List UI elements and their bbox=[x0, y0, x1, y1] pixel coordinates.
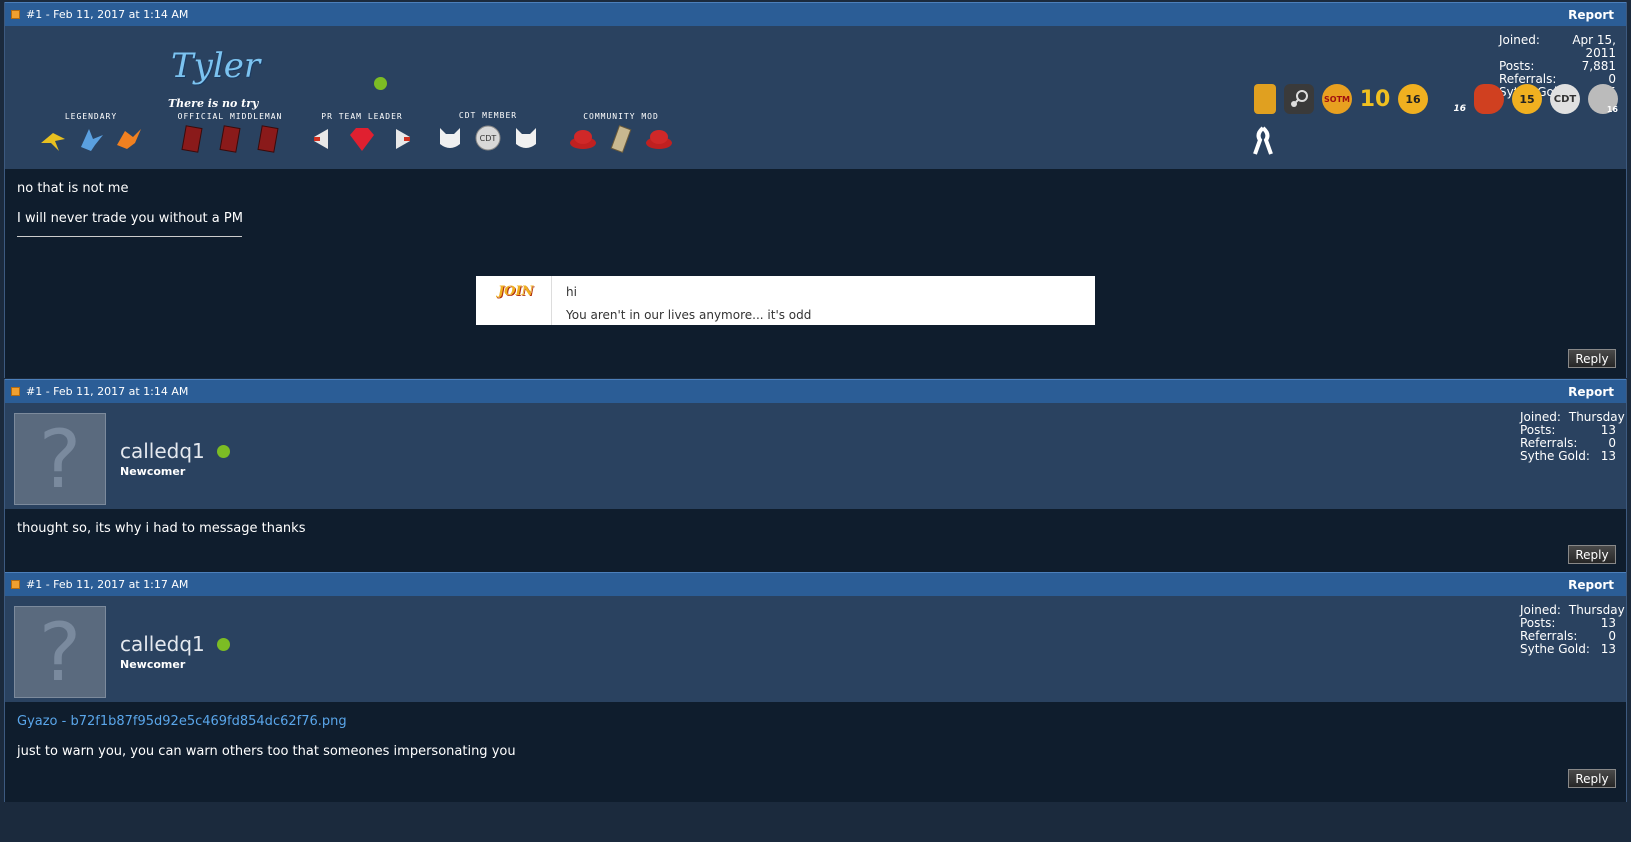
badge-label: Legendary bbox=[64, 112, 118, 121]
post-1: #1 - Feb 11, 2017 at 1:14 AM Report Tyle… bbox=[4, 2, 1627, 378]
badge-group-cdt-member: CDT Member CDT bbox=[433, 111, 543, 152]
post-icon bbox=[11, 580, 20, 589]
ruby-icon bbox=[348, 125, 376, 153]
quote-line: You aren't in our lives anymore... it's … bbox=[566, 308, 812, 322]
red-card-icon bbox=[254, 125, 282, 153]
report-link[interactable]: Report bbox=[1568, 8, 1614, 22]
fifteen-star-icon: 15 bbox=[1512, 84, 1542, 114]
post-icon bbox=[11, 387, 20, 396]
user-info: Tyler There is no try Legendary Official… bbox=[5, 26, 1626, 169]
ten-year-icon: 10 bbox=[1359, 86, 1391, 112]
red-card-icon bbox=[216, 125, 244, 153]
username[interactable]: calledq1 bbox=[120, 439, 205, 463]
joined-value: Apr 15, 2011 bbox=[1572, 33, 1616, 60]
message-line: thought so, its why i had to message tha… bbox=[17, 521, 306, 536]
join-logo: JOIN bbox=[498, 284, 534, 299]
gold-label: Sythe Gold: bbox=[1520, 449, 1590, 463]
signature-quote: JOIN hi You aren't in our lives anymore.… bbox=[476, 276, 1095, 325]
joined-value: Thursday bbox=[1568, 410, 1625, 424]
quote-divider bbox=[551, 276, 552, 325]
gyazo-link[interactable]: Gyazo - b72f1b87f95d92e5c469fd854dc62f76… bbox=[17, 714, 1614, 729]
badge-group-legendary: Legendary bbox=[33, 112, 149, 153]
cdt-badge-icon: CDT bbox=[474, 124, 502, 152]
post-3: #1 - Feb 11, 2017 at 1:17 AM Report ? ca… bbox=[4, 572, 1627, 802]
badge-label: CDT Member bbox=[458, 111, 518, 120]
report-link[interactable]: Report bbox=[1568, 578, 1614, 592]
post-header: #1 - Feb 11, 2017 at 1:17 AM Report bbox=[5, 572, 1626, 596]
post-message: Gyazo - b72f1b87f95d92e5c469fd854dc62f76… bbox=[5, 702, 1626, 802]
post-date: #1 - Feb 11, 2017 at 1:17 AM bbox=[26, 578, 189, 591]
username-row: calledq1 bbox=[120, 439, 230, 463]
badge-group-community-mod: Community Mod bbox=[563, 112, 679, 153]
username-row: calledq1 bbox=[120, 632, 230, 656]
badge-label: Official Middleman bbox=[177, 112, 283, 121]
joined-value: Thursday bbox=[1568, 603, 1625, 617]
gold-value: 13 bbox=[1600, 449, 1616, 463]
username[interactable]: Tyler bbox=[171, 46, 260, 86]
badge-label: PR Team Leader bbox=[321, 112, 403, 121]
orange-bird-icon bbox=[115, 125, 143, 153]
sotm-medal-icon: SOTM bbox=[1322, 84, 1352, 114]
signature-divider bbox=[17, 236, 242, 237]
message-line: I will never trade you without a PM bbox=[17, 211, 243, 226]
lock-icon bbox=[1254, 84, 1276, 114]
megaphone-icon bbox=[386, 125, 414, 153]
post-message: thought so, its why i had to message tha… bbox=[5, 509, 1626, 572]
joined-label: Joined: bbox=[1499, 33, 1540, 47]
reply-button[interactable]: Reply bbox=[1568, 545, 1616, 564]
message-line: no that is not me bbox=[17, 181, 129, 196]
badge-group-pr-team-leader: PR Team Leader bbox=[307, 112, 417, 153]
post-2: #1 - Feb 11, 2017 at 1:14 AM Report ? ca… bbox=[4, 379, 1627, 572]
cat-icon bbox=[512, 124, 540, 152]
user-stats: Joined: Thursday Posts: 13 Referrals: 0 Syt… bbox=[1520, 411, 1625, 463]
reply-button[interactable]: Reply bbox=[1568, 769, 1616, 788]
online-indicator bbox=[216, 637, 230, 651]
post-header: #1 - Feb 11, 2017 at 1:14 AM Report bbox=[5, 2, 1626, 26]
bunny-icon: 16 bbox=[1588, 84, 1618, 114]
post-date: #1 - Feb 11, 2017 at 1:14 AM bbox=[26, 385, 189, 398]
scroll-icon bbox=[607, 125, 635, 153]
username[interactable]: calledq1 bbox=[120, 632, 205, 656]
gold-value: 13 bbox=[1600, 642, 1616, 656]
badge-label: Community Mod bbox=[583, 112, 659, 121]
reply-button[interactable]: Reply bbox=[1568, 349, 1616, 368]
svg-text:CDT: CDT bbox=[480, 134, 497, 143]
yellow-bird-icon bbox=[39, 125, 67, 153]
online-indicator bbox=[216, 444, 230, 458]
bells-count: 16 bbox=[1453, 104, 1466, 114]
user-signature-tag: There is no try bbox=[168, 97, 259, 110]
message-line: just to warn you, you can warn others to… bbox=[17, 744, 516, 759]
avatar[interactable]: ? bbox=[14, 606, 106, 699]
post-icon bbox=[11, 10, 20, 19]
user-title: Newcomer bbox=[120, 465, 186, 478]
cdt-circle-icon: CDT bbox=[1550, 84, 1580, 114]
user-title: Newcomer bbox=[120, 658, 186, 671]
horn-icon bbox=[1474, 84, 1504, 114]
quote-line: hi bbox=[566, 285, 577, 299]
gold-label: Sythe Gold: bbox=[1520, 642, 1590, 656]
blue-bird-icon bbox=[77, 125, 105, 153]
red-hat-icon bbox=[645, 125, 673, 153]
award-icons: SOTM 10 16 16 15 CDT 16 bbox=[1238, 84, 1618, 156]
red-card-icon bbox=[178, 125, 206, 153]
cat-icon bbox=[436, 124, 464, 152]
post-header: #1 - Feb 11, 2017 at 1:14 AM Report bbox=[5, 379, 1626, 403]
red-hat-icon bbox=[569, 125, 597, 153]
user-info: ? calledq1 Newcomer Joined: Thursday Post… bbox=[5, 596, 1626, 702]
report-link[interactable]: Report bbox=[1568, 385, 1614, 399]
sixteen-star-icon: 16 bbox=[1398, 84, 1428, 114]
post-date: #1 - Feb 11, 2017 at 1:14 AM bbox=[26, 8, 189, 21]
badge-group-official-middleman: Official Middleman bbox=[175, 112, 285, 153]
avatar[interactable]: ? bbox=[14, 413, 106, 506]
bunny-count: 16 bbox=[1606, 105, 1618, 114]
online-indicator bbox=[374, 77, 387, 90]
megaphone-icon bbox=[310, 125, 338, 153]
user-info: ? calledq1 Newcomer Joined: Thursday Post… bbox=[5, 403, 1626, 509]
ribbon-icon bbox=[1248, 126, 1278, 156]
bells-icon: 16 bbox=[1436, 84, 1466, 114]
steam-icon bbox=[1284, 84, 1314, 114]
post-message: no that is not me I will never trade you… bbox=[5, 169, 1626, 378]
user-stats: Joined: Thursday Posts: 13 Referrals: 0 Syt… bbox=[1520, 604, 1625, 656]
